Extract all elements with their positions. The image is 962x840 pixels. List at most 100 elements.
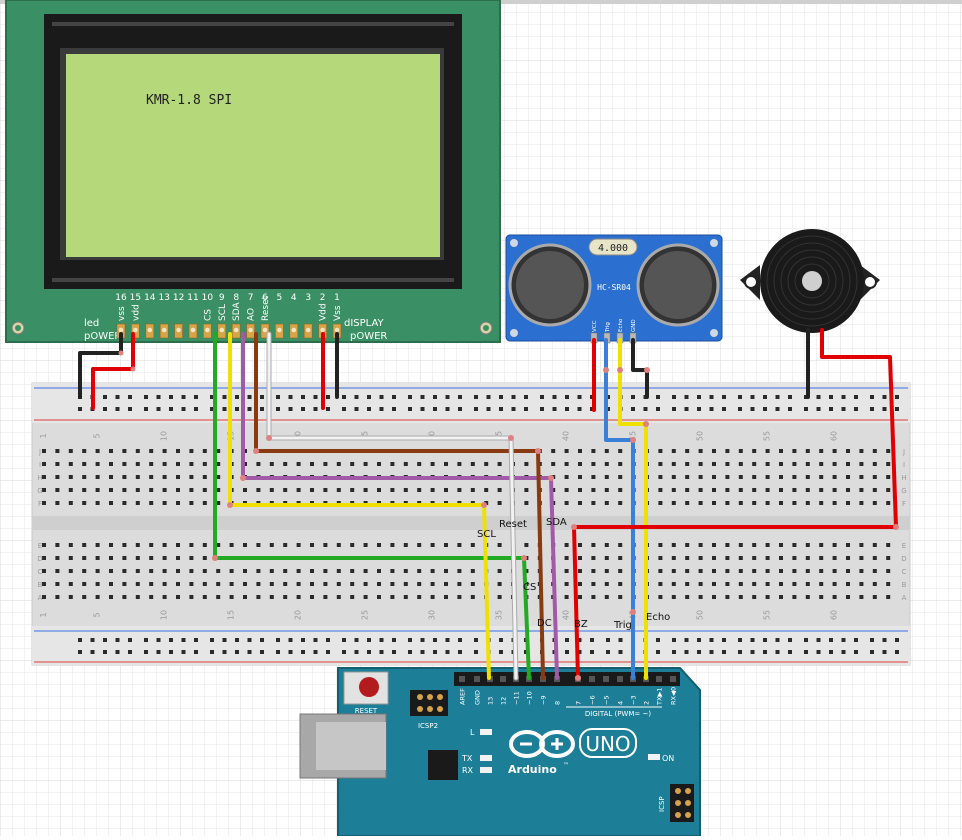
brand-text: Arduino bbox=[508, 763, 557, 776]
wire-label-trig: Trig bbox=[613, 620, 632, 631]
row-letter: D bbox=[37, 555, 42, 563]
column-number: 60 bbox=[830, 431, 839, 441]
ultrasonic-sensor: 4.000 HC-SR04 VCC Trig Echo GND bbox=[505, 234, 723, 344]
row-letter: C bbox=[38, 568, 43, 576]
lcd-module: KMR-1.8 SPI led pOWER dISPLAY pOWER 16 vs… bbox=[5, 0, 501, 343]
header-pin-label: ~11 bbox=[513, 691, 521, 705]
row-letter: I bbox=[903, 461, 905, 469]
row-letter: A bbox=[902, 594, 907, 602]
row-letter: J bbox=[902, 448, 905, 456]
wire-label-bz: BZ bbox=[574, 619, 588, 630]
wire-label-dc: DC bbox=[537, 618, 552, 629]
header-pin[interactable] bbox=[656, 676, 662, 682]
led-tx-label: TX bbox=[461, 754, 473, 763]
header-pin-label: ~3 bbox=[630, 695, 638, 705]
led-on-label: ON bbox=[662, 754, 674, 763]
buzzer-center bbox=[802, 271, 822, 291]
sensor-pin-label: Trig bbox=[605, 322, 611, 333]
lcd-pin-number: 8 bbox=[233, 293, 239, 303]
row-letter: B bbox=[38, 581, 43, 589]
column-number: 10 bbox=[160, 610, 169, 620]
column-number: 50 bbox=[696, 610, 705, 620]
column-number: 60 bbox=[830, 610, 839, 620]
lcd-model-text: KMR-1.8 SPI bbox=[146, 93, 232, 108]
arduino-uno: RESET ICSP2 AREF GND 13 12 ~11 ~10 ~9 8 7 ~6 ~5 4 ~3… bbox=[299, 667, 701, 837]
column-number: 10 bbox=[160, 431, 169, 441]
header-pin[interactable] bbox=[670, 676, 676, 682]
lcd-pin-label: Vss bbox=[333, 305, 343, 321]
column-number: 5 bbox=[93, 612, 102, 617]
header-pin-label: ~5 bbox=[603, 695, 611, 705]
lcd-pin-number: 2 bbox=[320, 293, 326, 303]
sensor-pin-label: VCC bbox=[592, 320, 598, 332]
sensor-model-text: HC-SR04 bbox=[597, 283, 631, 292]
lcd-pin-label: Vdd bbox=[319, 303, 329, 321]
lcd-pin-label: SCL bbox=[218, 304, 228, 321]
row-letter: E bbox=[902, 542, 906, 550]
trademark: ™ bbox=[563, 762, 569, 769]
header-pin-label: ~10 bbox=[526, 691, 534, 705]
row-letter: G bbox=[37, 487, 42, 495]
wire-label-scl: SCL bbox=[477, 529, 496, 540]
uno-text: UNO bbox=[585, 732, 630, 756]
header-pin[interactable] bbox=[589, 676, 595, 682]
icsp2-label: ICSP2 bbox=[418, 722, 438, 730]
wire-label-cs: CS bbox=[523, 582, 536, 593]
lcd-pin-number: 13 bbox=[158, 293, 169, 303]
crystal-text: 4.000 bbox=[598, 243, 628, 254]
icsp2-header bbox=[410, 690, 448, 716]
lcd-pin-number: 4 bbox=[291, 293, 297, 303]
lcd-screen bbox=[66, 54, 440, 257]
lcd-pin-number: 5 bbox=[277, 293, 283, 303]
lcd-pin-number: 11 bbox=[187, 293, 198, 303]
chip bbox=[428, 750, 458, 780]
header-pin-label: 2 bbox=[643, 701, 651, 705]
row-letter: E bbox=[38, 542, 42, 550]
sensor-pin-label: GND bbox=[631, 319, 637, 332]
breadboard: 1155101015152020252530303535404045455050… bbox=[31, 382, 911, 666]
header-pin[interactable] bbox=[500, 676, 506, 682]
row-letter: B bbox=[902, 581, 907, 589]
led-rx-label: RX bbox=[462, 766, 474, 775]
header-pin-label: ~6 bbox=[589, 695, 597, 705]
header-pin-label: RX◀0 bbox=[670, 687, 678, 705]
header-pin-label: GND bbox=[474, 690, 482, 705]
column-number: 55 bbox=[763, 431, 772, 441]
lcd-pin-number: 10 bbox=[202, 293, 214, 303]
row-letter: D bbox=[901, 555, 906, 563]
lcd-pin-label: SDA bbox=[232, 302, 242, 321]
row-letter: F bbox=[902, 500, 906, 508]
header-pin-label: 12 bbox=[500, 697, 508, 705]
column-number: 40 bbox=[562, 610, 571, 620]
lcd-pin-number: 7 bbox=[248, 293, 254, 303]
header-pin[interactable] bbox=[474, 676, 480, 682]
column-number: 1 bbox=[39, 612, 48, 617]
column-number: 40 bbox=[562, 431, 571, 441]
lcd-pin-label: CS bbox=[203, 309, 213, 321]
header-pin[interactable] bbox=[459, 676, 465, 682]
column-number: 15 bbox=[227, 610, 236, 620]
lcd-pin-number: 9 bbox=[219, 293, 225, 303]
header-pin[interactable] bbox=[617, 676, 623, 682]
lcd-pin-label: vss bbox=[117, 306, 127, 321]
led-power-label: led bbox=[84, 318, 99, 329]
lcd-pin-label: AO bbox=[247, 308, 257, 321]
reset-label: RESET bbox=[355, 707, 378, 715]
wire-label-sda: SDA bbox=[546, 517, 567, 528]
sensor-pin-label: Echo bbox=[618, 318, 624, 332]
column-number: 1 bbox=[39, 433, 48, 438]
header-pin-label: ~9 bbox=[540, 695, 548, 705]
header-pin-label: AREF bbox=[459, 688, 467, 705]
row-letter: F bbox=[38, 500, 42, 508]
header-pin-label: TX▶1 bbox=[656, 687, 664, 706]
header-pin[interactable] bbox=[603, 676, 609, 682]
lcd-pin-label: Reset bbox=[261, 295, 271, 321]
row-letter: H bbox=[37, 474, 42, 482]
header-pin-label: 7 bbox=[575, 701, 583, 705]
column-number: 55 bbox=[763, 610, 772, 620]
column-number: 25 bbox=[361, 610, 370, 620]
row-letter: G bbox=[901, 487, 906, 495]
digital-label: DIGITAL (PWM= ~) bbox=[585, 710, 651, 718]
lcd-pin-number: 12 bbox=[173, 293, 184, 303]
column-number: 35 bbox=[495, 610, 504, 620]
